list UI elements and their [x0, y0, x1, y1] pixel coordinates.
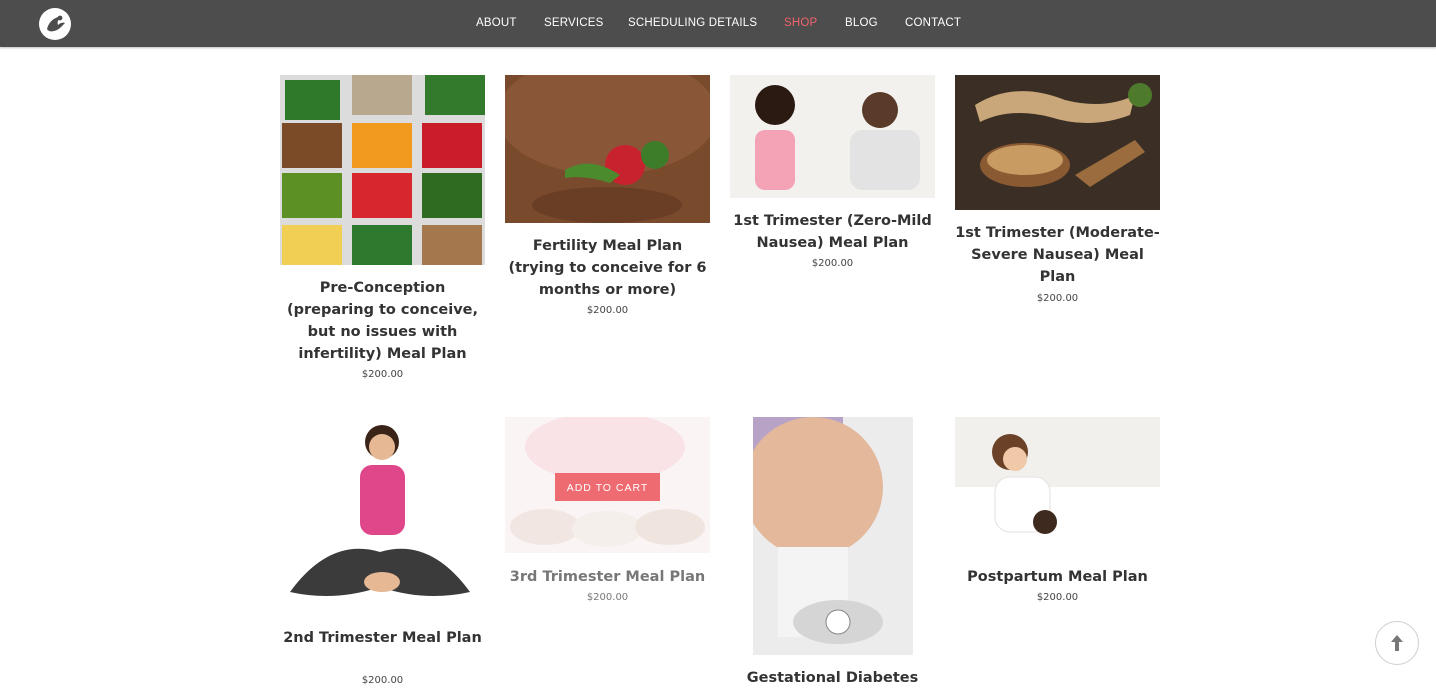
nav-scheduling-details[interactable]: SCHEDULING DETAILS: [628, 17, 757, 29]
top-navigation-bar: ABOUT SERVICES SCHEDULING DETAILS SHOP B…: [0, 0, 1436, 47]
product-price: $200.00: [1036, 293, 1079, 304]
product-image-supplement-bowls[interactable]: ADD TO CART: [505, 417, 710, 553]
product-price: $200.00: [586, 305, 629, 316]
main-nav: ABOUT SERVICES SCHEDULING DETAILS SHOP B…: [0, 0, 1436, 47]
nav-services[interactable]: SERVICES: [544, 17, 604, 29]
product-image-hands-vegetables[interactable]: [505, 75, 710, 223]
product-title[interactable]: Gestational Diabetes: [730, 667, 935, 689]
nav-shop[interactable]: SHOP: [784, 17, 817, 29]
product-price: $200.00: [586, 592, 629, 603]
product-title[interactable]: Postpartum Meal Plan: [955, 566, 1160, 588]
nav-blog[interactable]: BLOG: [845, 17, 878, 29]
nav-about[interactable]: ABOUT: [476, 17, 517, 29]
product-title[interactable]: Fertility Meal Plan (trying to conceive …: [505, 235, 710, 301]
product-image-mother-nursing[interactable]: [955, 417, 1160, 554]
product-title[interactable]: 1st Trimester (Moderate-Severe Nausea) M…: [955, 222, 1160, 288]
product-image-heart-bowls[interactable]: [280, 75, 485, 265]
product-price: $200.00: [811, 258, 854, 269]
product-title[interactable]: Pre-Conception (preparing to conceive, b…: [280, 277, 485, 365]
product-image-ginger[interactable]: [955, 75, 1160, 210]
product-title[interactable]: 2nd Trimester Meal Plan: [280, 627, 485, 649]
product-price: $200.00: [361, 369, 404, 380]
nav-contact[interactable]: CONTACT: [905, 17, 961, 29]
product-title[interactable]: 3rd Trimester Meal Plan: [505, 566, 710, 588]
product-image-woman-sitting[interactable]: [280, 417, 485, 612]
scroll-to-top-button[interactable]: [1375, 621, 1419, 665]
product-price: $200.00: [361, 675, 404, 686]
arrow-up-icon: [1391, 635, 1403, 651]
add-to-cart-button[interactable]: ADD TO CART: [555, 473, 660, 501]
product-image-pregnant-scale[interactable]: [753, 417, 913, 655]
product-price: $200.00: [1036, 592, 1079, 603]
product-image-couple-breakfast[interactable]: [730, 75, 935, 198]
product-title[interactable]: 1st Trimester (Zero-Mild Nausea) Meal Pl…: [730, 210, 935, 254]
